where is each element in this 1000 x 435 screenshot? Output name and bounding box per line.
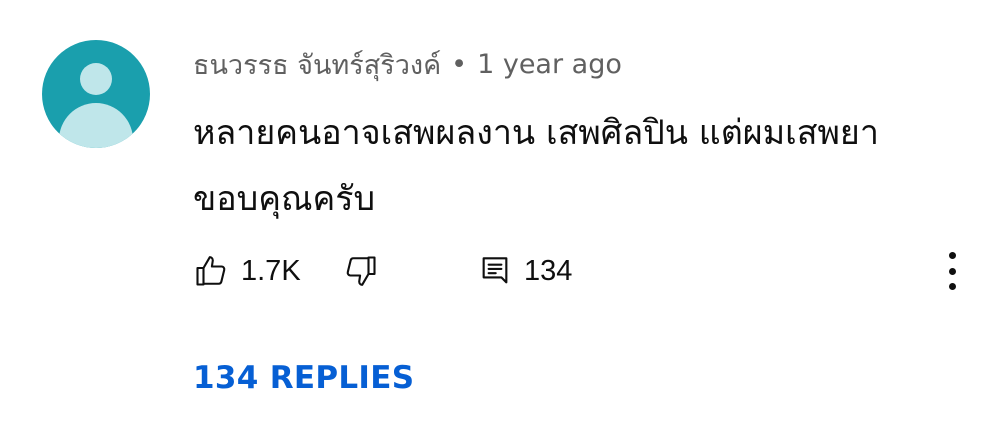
- more-dot: [948, 267, 956, 275]
- reply-count: 134: [524, 254, 573, 287]
- avatar-body-shape: [59, 103, 133, 148]
- dislike-button[interactable]: [343, 249, 379, 293]
- thumbs-down-icon: [343, 253, 379, 289]
- view-replies-link[interactable]: 134 REPLIES: [193, 360, 414, 396]
- like-button[interactable]: 1.7K: [193, 249, 301, 293]
- comment-timestamp[interactable]: 1 year ago: [477, 49, 622, 80]
- thumbs-up-icon: [193, 253, 229, 289]
- comment-text-line: ขอบคุณครับ: [193, 179, 376, 219]
- more-dot: [948, 283, 956, 290]
- like-count: 1.7K: [241, 254, 301, 287]
- author-name[interactable]: ธนวรรธ จันทร์สุริวงค์: [193, 43, 441, 86]
- comment-icon: [478, 254, 512, 288]
- comment-header: ธนวรรธ จันทร์สุริวงค์ • 1 year ago: [193, 44, 622, 84]
- more-dot: [948, 252, 956, 259]
- reply-count-button[interactable]: 134: [478, 249, 572, 293]
- author-avatar[interactable]: [42, 40, 150, 148]
- meta-separator: •: [451, 48, 468, 80]
- more-vertical-icon[interactable]: [940, 248, 964, 294]
- avatar-head-shape: [80, 63, 112, 95]
- comment-text: หลายคนอาจเสพผลงาน เสพศิลปิน แต่ผมเสพยา ข…: [193, 100, 953, 232]
- comment-text-line: หลายคนอาจเสพผลงาน เสพศิลปิน แต่ผมเสพยา: [193, 113, 879, 153]
